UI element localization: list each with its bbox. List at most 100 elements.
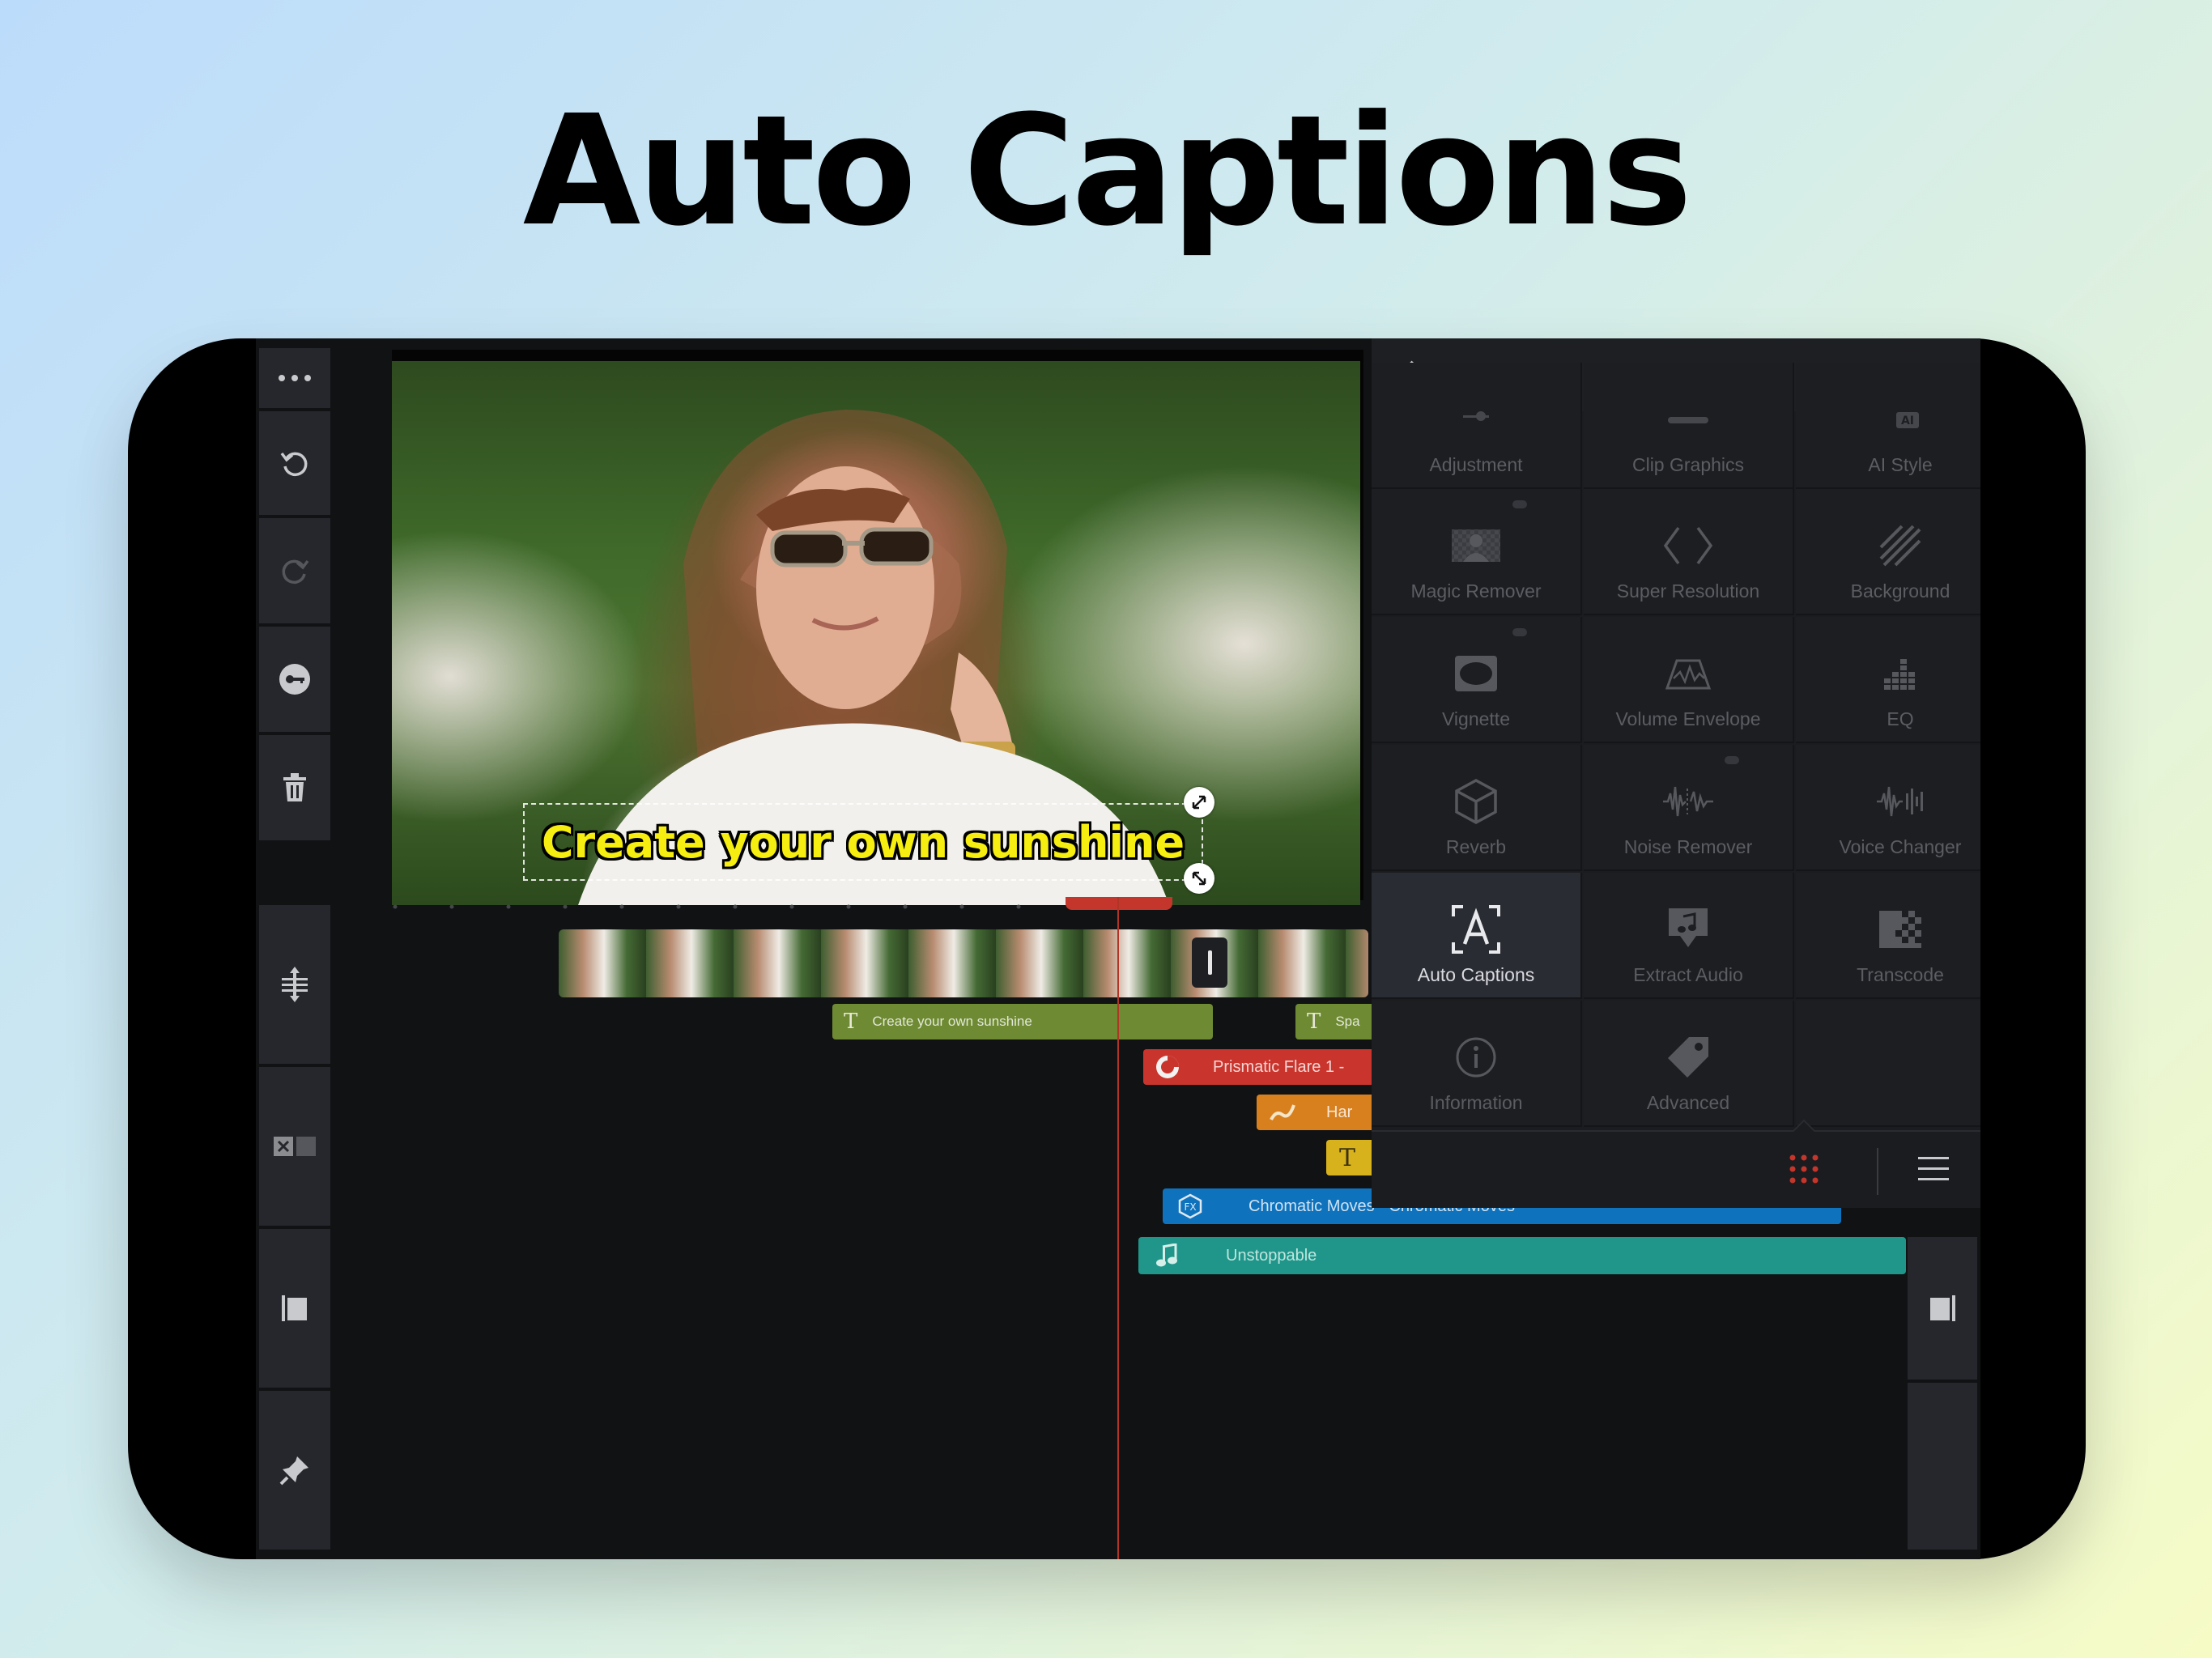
list-view-button[interactable] [1911,1146,1956,1192]
jump-to-start-button[interactable] [259,1229,330,1388]
tile-label: Volume Envelope [1615,708,1761,729]
tile-information[interactable]: Information [1372,1001,1582,1127]
extract-audio-icon [1665,904,1711,954]
headline: Auto Captions [522,83,1692,260]
tile-empty [1796,1001,1980,1127]
caption-text[interactable]: Create your own sunshine [542,817,1185,868]
rotate-handle-icon [1192,795,1206,810]
more-dots-icon [279,375,311,381]
clip-split-button[interactable] [259,1067,330,1226]
tile-super-resolution[interactable]: Super Resolution [1584,489,1794,615]
super-resolution-icon [1662,521,1714,571]
tile-label: Advanced [1646,1092,1730,1113]
undo-icon [280,452,308,477]
ai-style-icon: AI [1878,394,1922,444]
vignette-icon [1453,648,1499,699]
tile-label: Auto Captions [1417,964,1535,985]
tile-label: EQ [1887,708,1914,729]
tile-reverb[interactable]: Reverb [1372,745,1582,871]
tile-volume-envelope[interactable]: Volume Envelope [1584,617,1794,743]
eq-icon [1881,648,1920,699]
grid-view-button[interactable] [1781,1146,1827,1192]
effect-icon [1156,1056,1179,1078]
tile-extract-audio[interactable]: Extract Audio [1584,873,1794,999]
redo-button[interactable] [259,518,330,623]
footer-divider [1877,1148,1878,1195]
scissors-clip-icon [274,1137,316,1156]
clip-label: Spa [1335,1014,1360,1029]
tile-transcode[interactable]: Transcode [1796,873,1980,999]
resize-handle[interactable] [1184,863,1214,894]
playhead[interactable] [1117,897,1119,1559]
playhead-time-badge[interactable] [1066,897,1172,910]
tile-magic-remover[interactable]: Magic Remover [1372,489,1582,615]
noise-remover-icon [1661,776,1715,827]
jump-start-icon [282,1295,307,1321]
voice-changer-icon [1875,776,1925,827]
clip-transition-marker[interactable] [1192,937,1227,988]
reverb-icon [1453,776,1499,827]
tile-label: Adjustment [1429,454,1523,475]
editor-screen: Create your own sunshine T Create your o… [256,338,1980,1559]
tile-eq[interactable]: EQ [1796,617,1980,743]
clip-label: Har [1326,1103,1353,1121]
jump-end-icon [1930,1295,1955,1321]
tile-ai-style[interactable]: AI AI Style [1796,363,1980,489]
tile-advanced[interactable]: Advanced [1584,1001,1794,1127]
text-clip-icon: T [1307,1010,1321,1034]
premium-badge [1725,756,1739,764]
information-icon [1455,1032,1497,1082]
brush-icon [1270,1104,1295,1120]
tile-label: Clip Graphics [1631,454,1745,475]
track-height-button[interactable] [259,905,330,1064]
video-preview[interactable]: Create your own sunshine [392,361,1360,905]
background-icon [1878,521,1923,571]
text-clip-second[interactable]: T Spa [1295,1004,1376,1039]
keyframe-button[interactable] [259,627,330,732]
tile-auto-captions[interactable]: Auto Captions [1372,873,1582,999]
delete-button[interactable] [259,735,330,840]
tile-voice-changer[interactable]: Voice Changer [1796,745,1980,871]
left-toolbar [259,348,330,1550]
grid-dots-icon [1789,1154,1819,1184]
pin-button[interactable] [259,1391,330,1550]
tile-label: Noise Remover [1623,836,1753,857]
tile-adjustment[interactable]: Adjustment [1372,363,1582,489]
title-clip[interactable]: T [1326,1140,1378,1175]
clip-label: Create your own sunshine [872,1014,1032,1029]
tile-label: Transcode [1857,964,1944,985]
transition-bar [1207,950,1212,975]
tile-clip-graphics[interactable]: Clip Graphics [1584,363,1794,489]
text-clip-icon: T [844,1010,858,1034]
volume-envelope-icon [1664,648,1712,699]
panel-footer [1372,1119,1980,1208]
footer-pointer [1793,1119,1815,1132]
music-note-icon [1156,1244,1177,1267]
menu-lines-icon [1918,1157,1949,1180]
title-clip-icon: T [1339,1143,1356,1172]
premium-badge [1512,628,1527,636]
magic-remover-icon [1450,521,1502,571]
video-track-clip[interactable] [559,929,1368,997]
premium-badge [1512,500,1527,508]
tile-label: Magic Remover [1410,580,1542,602]
handwriting-clip[interactable]: Har [1257,1095,1378,1130]
tile-vignette[interactable]: Vignette [1372,617,1582,743]
tile-label: AI Style [1868,454,1933,475]
caption-bounding-box[interactable]: Create your own sunshine [523,803,1203,881]
more-button[interactable] [259,348,330,408]
tile-noise-remover[interactable]: Noise Remover [1584,745,1794,871]
tile-background[interactable]: Background [1796,489,1980,615]
text-clip-caption[interactable]: T Create your own sunshine [832,1004,1213,1039]
effect-clip[interactable]: Prismatic Flare 1 - [1143,1049,1378,1085]
advanced-icon [1665,1032,1712,1082]
trash-icon [283,773,306,801]
jump-to-end-button[interactable] [1908,1237,1977,1380]
audio-clip[interactable]: Unstoppable [1138,1237,1906,1274]
transcode-icon [1878,904,1923,954]
rotate-handle[interactable] [1184,787,1214,818]
undo-button[interactable] [259,411,330,515]
tile-label: Extract Audio [1633,964,1743,985]
tile-label: Information [1429,1092,1523,1113]
redo-icon [282,559,309,585]
